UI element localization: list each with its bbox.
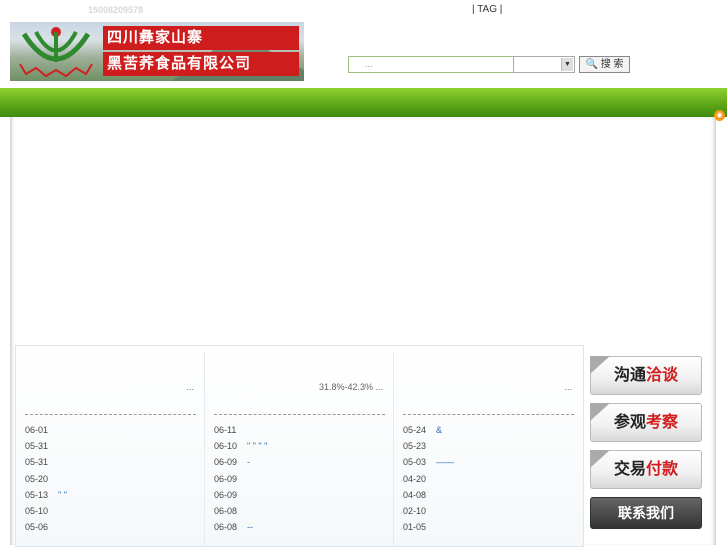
news-column-head[interactable]: ...	[564, 382, 572, 392]
list-item[interactable]: 06-08	[214, 503, 267, 519]
payment-button[interactable]: 交易付款	[590, 450, 702, 489]
list-item[interactable]: 01-05	[403, 519, 454, 535]
divider	[25, 414, 196, 415]
corner-decoration	[590, 356, 610, 374]
phone-number: 15008209578	[88, 5, 144, 15]
list-item[interactable]: 05-23	[403, 438, 454, 454]
news-column-3: ... 05-24 & 05-23 05-03 —— 04-20 04-08 02-…	[394, 352, 582, 546]
news-panel: ... 06-01 05-31 05-31 05-20 05-13 " " 05-…	[15, 345, 584, 547]
list-item[interactable]: 05-06	[25, 519, 67, 535]
site-banner[interactable]: 四川彝家山寨 黑苦荞食品有限公司	[10, 22, 304, 81]
news-column-head[interactable]: 31.8%-42.3% ...	[319, 382, 383, 392]
corner-decoration	[590, 450, 610, 468]
list-item[interactable]: 04-08	[403, 487, 454, 503]
list-item[interactable]: 05-13 " "	[25, 487, 67, 503]
list-item[interactable]: 05-24 &	[403, 422, 454, 438]
list-item[interactable]: 04-20	[403, 471, 454, 487]
negotiate-button[interactable]: 沟通洽谈	[590, 356, 702, 395]
list-item[interactable]: 05-20	[25, 471, 67, 487]
news-column-head[interactable]: ...	[186, 382, 194, 392]
list-item[interactable]: 05-10	[25, 503, 67, 519]
tag-link[interactable]: | TAG |	[472, 4, 502, 15]
search-button[interactable]: 🔍 搜 索	[579, 56, 630, 73]
list-item[interactable]: 05-31	[25, 438, 67, 454]
list-item[interactable]: 06-09-	[214, 454, 267, 470]
search-category-select[interactable]: ▼	[513, 56, 575, 73]
chevron-down-icon[interactable]: ▼	[561, 58, 573, 71]
divider	[214, 414, 385, 415]
contact-us-button[interactable]: 联系我们	[590, 497, 702, 529]
list-item[interactable]: 06-08 --	[214, 519, 267, 535]
divider	[403, 414, 574, 415]
list-item[interactable]: 06-01	[25, 422, 67, 438]
list-item[interactable]: 06-09	[214, 487, 267, 503]
list-item[interactable]: 06-09	[214, 471, 267, 487]
news-column-1: ... 06-01 05-31 05-31 05-20 05-13 " " 05-…	[16, 352, 205, 546]
visit-button[interactable]: 参观考察	[590, 403, 702, 442]
nav-bar	[0, 88, 727, 117]
list-item[interactable]: 06-11	[214, 422, 267, 438]
company-name-line1: 四川彝家山寨	[103, 26, 299, 50]
search-input[interactable]: ...	[348, 56, 526, 73]
list-item[interactable]: 05-03 ——	[403, 454, 454, 470]
company-name-line2: 黑苦荞食品有限公司	[103, 52, 299, 76]
list-item[interactable]: 02-10	[403, 503, 454, 519]
list-item[interactable]: 06-10 " " " "	[214, 438, 267, 454]
list-item[interactable]: 05-31	[25, 454, 67, 470]
corner-decoration	[590, 403, 610, 421]
company-logo-icon	[19, 27, 93, 78]
news-column-2: 31.8%-42.3% ... 06-11 06-10 " " " " 06-09…	[205, 352, 394, 546]
